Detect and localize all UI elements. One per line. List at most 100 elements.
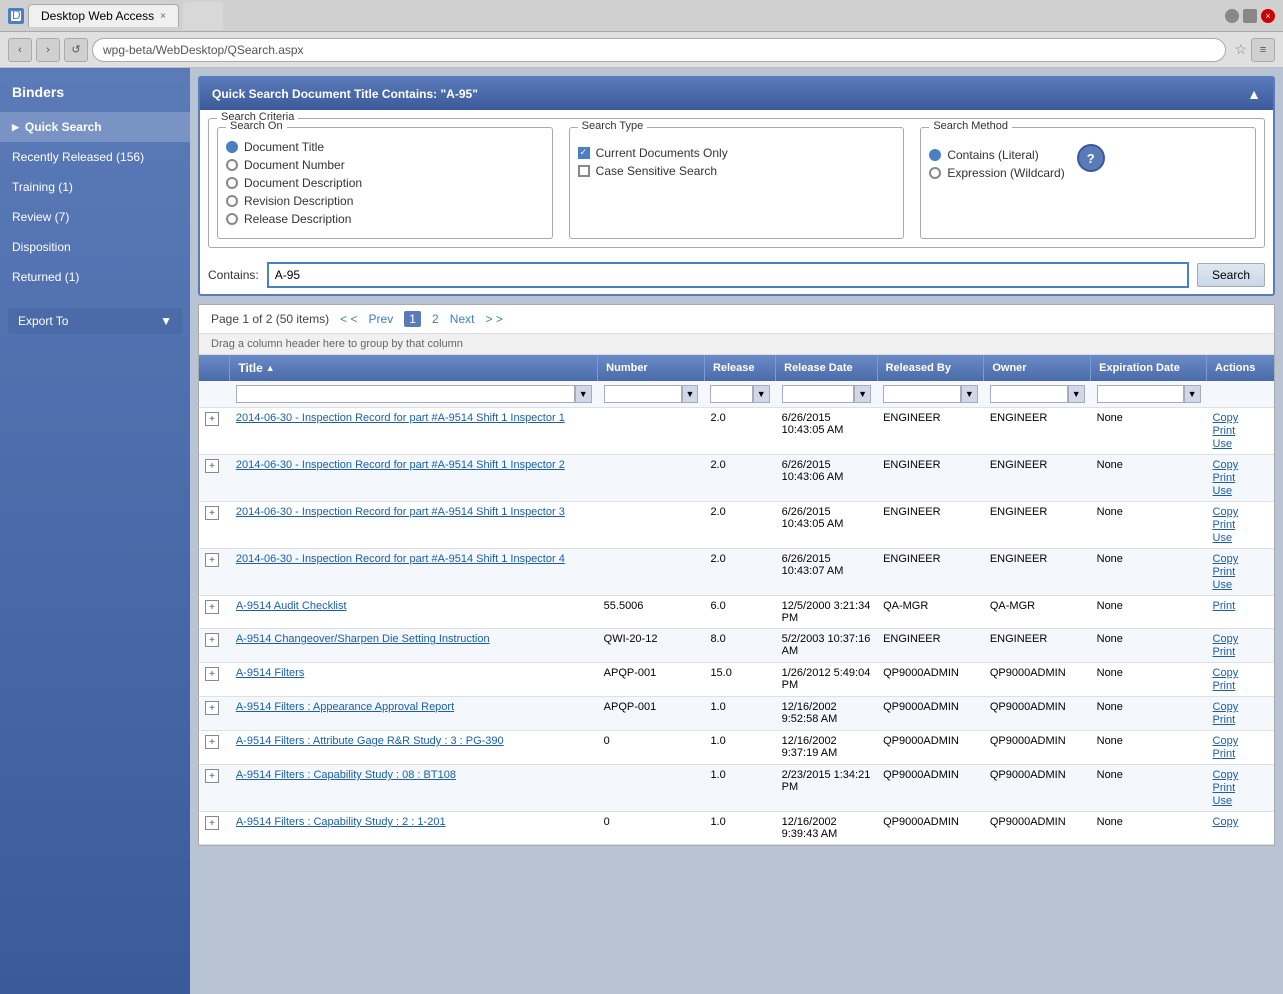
filter-released-by-btn[interactable]: ▼ — [961, 385, 978, 403]
filter-release-date-btn[interactable]: ▼ — [854, 385, 871, 403]
panel-collapse-btn[interactable]: ▲ — [1247, 86, 1261, 102]
filter-owner-btn[interactable]: ▼ — [1068, 385, 1085, 403]
th-released-by[interactable]: Released By — [877, 355, 984, 381]
doc-title-link[interactable]: A-9514 Filters : Appearance Approval Rep… — [236, 701, 454, 713]
page-2-btn[interactable]: 2 — [432, 312, 439, 326]
search-method-option-0[interactable]: Contains (Literal) — [929, 148, 1064, 162]
search-on-option-2[interactable]: Document Description — [226, 176, 544, 190]
doc-title-link[interactable]: A-9514 Audit Checklist — [236, 600, 347, 612]
expand-btn[interactable]: + — [205, 412, 219, 426]
search-on-option-1[interactable]: Document Number — [226, 158, 544, 172]
expand-btn[interactable]: + — [205, 633, 219, 647]
action-copy-link[interactable]: Copy — [1213, 506, 1268, 518]
next-next-btn[interactable]: > > — [486, 312, 503, 326]
refresh-btn[interactable]: ↺ — [64, 38, 88, 62]
export-to-bar[interactable]: Export To ▼ — [8, 308, 182, 334]
th-release-date[interactable]: Release Date — [776, 355, 877, 381]
action-use-link[interactable]: Use — [1213, 438, 1268, 450]
th-expiration-date[interactable]: Expiration Date — [1091, 355, 1207, 381]
filter-expiration-btn[interactable]: ▼ — [1184, 385, 1201, 403]
expand-btn[interactable]: + — [205, 667, 219, 681]
action-print-link[interactable]: Print — [1213, 425, 1268, 437]
action-print-link[interactable]: Print — [1213, 782, 1268, 794]
doc-title-link[interactable]: A-9514 Filters : Attribute Gage R&R Stud… — [236, 735, 504, 747]
filter-number[interactable] — [604, 385, 682, 403]
window-maximize[interactable] — [1243, 9, 1257, 23]
action-print-link[interactable]: Print — [1213, 748, 1268, 760]
th-title[interactable]: Title ▲ — [230, 355, 598, 381]
window-minimize[interactable] — [1225, 9, 1239, 23]
sidebar-item-review[interactable]: Review (7) — [0, 202, 190, 232]
expand-btn[interactable]: + — [205, 735, 219, 749]
doc-title-link[interactable]: 2014-06-30 - Inspection Record for part … — [236, 553, 565, 565]
tab-close-btn[interactable]: × — [160, 11, 166, 22]
doc-title-link[interactable]: 2014-06-30 - Inspection Record for part … — [236, 506, 565, 518]
doc-title-link[interactable]: 2014-06-30 - Inspection Record for part … — [236, 412, 565, 424]
action-copy-link[interactable]: Copy — [1213, 701, 1268, 713]
expand-btn[interactable]: + — [205, 769, 219, 783]
action-print-link[interactable]: Print — [1213, 714, 1268, 726]
sidebar-item-returned[interactable]: Returned (1) — [0, 262, 190, 292]
action-copy-link[interactable]: Copy — [1213, 459, 1268, 471]
action-copy-link[interactable]: Copy — [1213, 553, 1268, 565]
bookmark-btn[interactable]: ☆ — [1234, 41, 1247, 58]
page-1-btn[interactable]: 1 — [404, 311, 421, 327]
th-number[interactable]: Number — [598, 355, 705, 381]
search-type-option-1[interactable]: Case Sensitive Search — [578, 164, 896, 178]
search-button[interactable]: Search — [1197, 263, 1265, 287]
menu-btn[interactable]: ≡ — [1251, 38, 1275, 62]
forward-btn[interactable]: › — [36, 38, 60, 62]
expand-btn[interactable]: + — [205, 701, 219, 715]
doc-title-link[interactable]: 2014-06-30 - Inspection Record for part … — [236, 459, 565, 471]
sidebar-item-recently-released[interactable]: Recently Released (156) — [0, 142, 190, 172]
action-print-link[interactable]: Print — [1213, 680, 1268, 692]
prev-btn[interactable]: Prev — [369, 312, 394, 326]
doc-title-link[interactable]: A-9514 Filters : Capability Study : 2 : … — [236, 816, 446, 828]
action-use-link[interactable]: Use — [1213, 532, 1268, 544]
filter-release-btn[interactable]: ▼ — [753, 385, 770, 403]
filter-owner[interactable] — [990, 385, 1068, 403]
action-copy-link[interactable]: Copy — [1213, 769, 1268, 781]
expand-btn[interactable]: + — [205, 459, 219, 473]
th-owner[interactable]: Owner — [984, 355, 1091, 381]
search-method-option-1[interactable]: Expression (Wildcard) — [929, 166, 1064, 180]
search-type-option-0[interactable]: Current Documents Only — [578, 146, 896, 160]
sidebar-item-training[interactable]: Training (1) — [0, 172, 190, 202]
expand-btn[interactable]: + — [205, 553, 219, 567]
action-print-link[interactable]: Print — [1213, 566, 1268, 578]
help-button[interactable]: ? — [1077, 144, 1105, 172]
contains-input[interactable] — [267, 262, 1189, 288]
action-use-link[interactable]: Use — [1213, 485, 1268, 497]
search-on-option-0[interactable]: Document Title — [226, 140, 544, 154]
action-print-link[interactable]: Print — [1213, 600, 1268, 612]
action-copy-link[interactable]: Copy — [1213, 412, 1268, 424]
expand-btn[interactable]: + — [205, 600, 219, 614]
filter-title-btn[interactable]: ▼ — [575, 385, 592, 403]
th-release[interactable]: Release — [704, 355, 775, 381]
action-print-link[interactable]: Print — [1213, 646, 1268, 658]
action-copy-link[interactable]: Copy — [1213, 816, 1268, 828]
filter-release-date[interactable] — [782, 385, 855, 403]
doc-title-link[interactable]: A-9514 Changeover/Sharpen Die Setting In… — [236, 633, 490, 645]
next-btn[interactable]: Next — [450, 312, 475, 326]
action-copy-link[interactable]: Copy — [1213, 735, 1268, 747]
filter-number-btn[interactable]: ▼ — [682, 385, 699, 403]
action-print-link[interactable]: Print — [1213, 472, 1268, 484]
address-bar[interactable]: wpg-beta/WebDesktop/QSearch.aspx — [92, 38, 1226, 62]
action-print-link[interactable]: Print — [1213, 519, 1268, 531]
expand-btn[interactable]: + — [205, 816, 219, 830]
browser-tab[interactable]: Desktop Web Access × — [28, 4, 179, 27]
filter-title[interactable] — [236, 385, 575, 403]
filter-expiration[interactable] — [1097, 385, 1184, 403]
expand-btn[interactable]: + — [205, 506, 219, 520]
back-btn[interactable]: ‹ — [8, 38, 32, 62]
filter-release[interactable] — [710, 385, 752, 403]
doc-title-link[interactable]: A-9514 Filters : Capability Study : 08 :… — [236, 769, 456, 781]
action-copy-link[interactable]: Copy — [1213, 633, 1268, 645]
search-on-option-3[interactable]: Revision Description — [226, 194, 544, 208]
action-copy-link[interactable]: Copy — [1213, 667, 1268, 679]
prev-prev-btn[interactable]: < < — [340, 312, 357, 326]
window-close[interactable]: × — [1261, 9, 1275, 23]
action-use-link[interactable]: Use — [1213, 579, 1268, 591]
search-on-option-4[interactable]: Release Description — [226, 212, 544, 226]
